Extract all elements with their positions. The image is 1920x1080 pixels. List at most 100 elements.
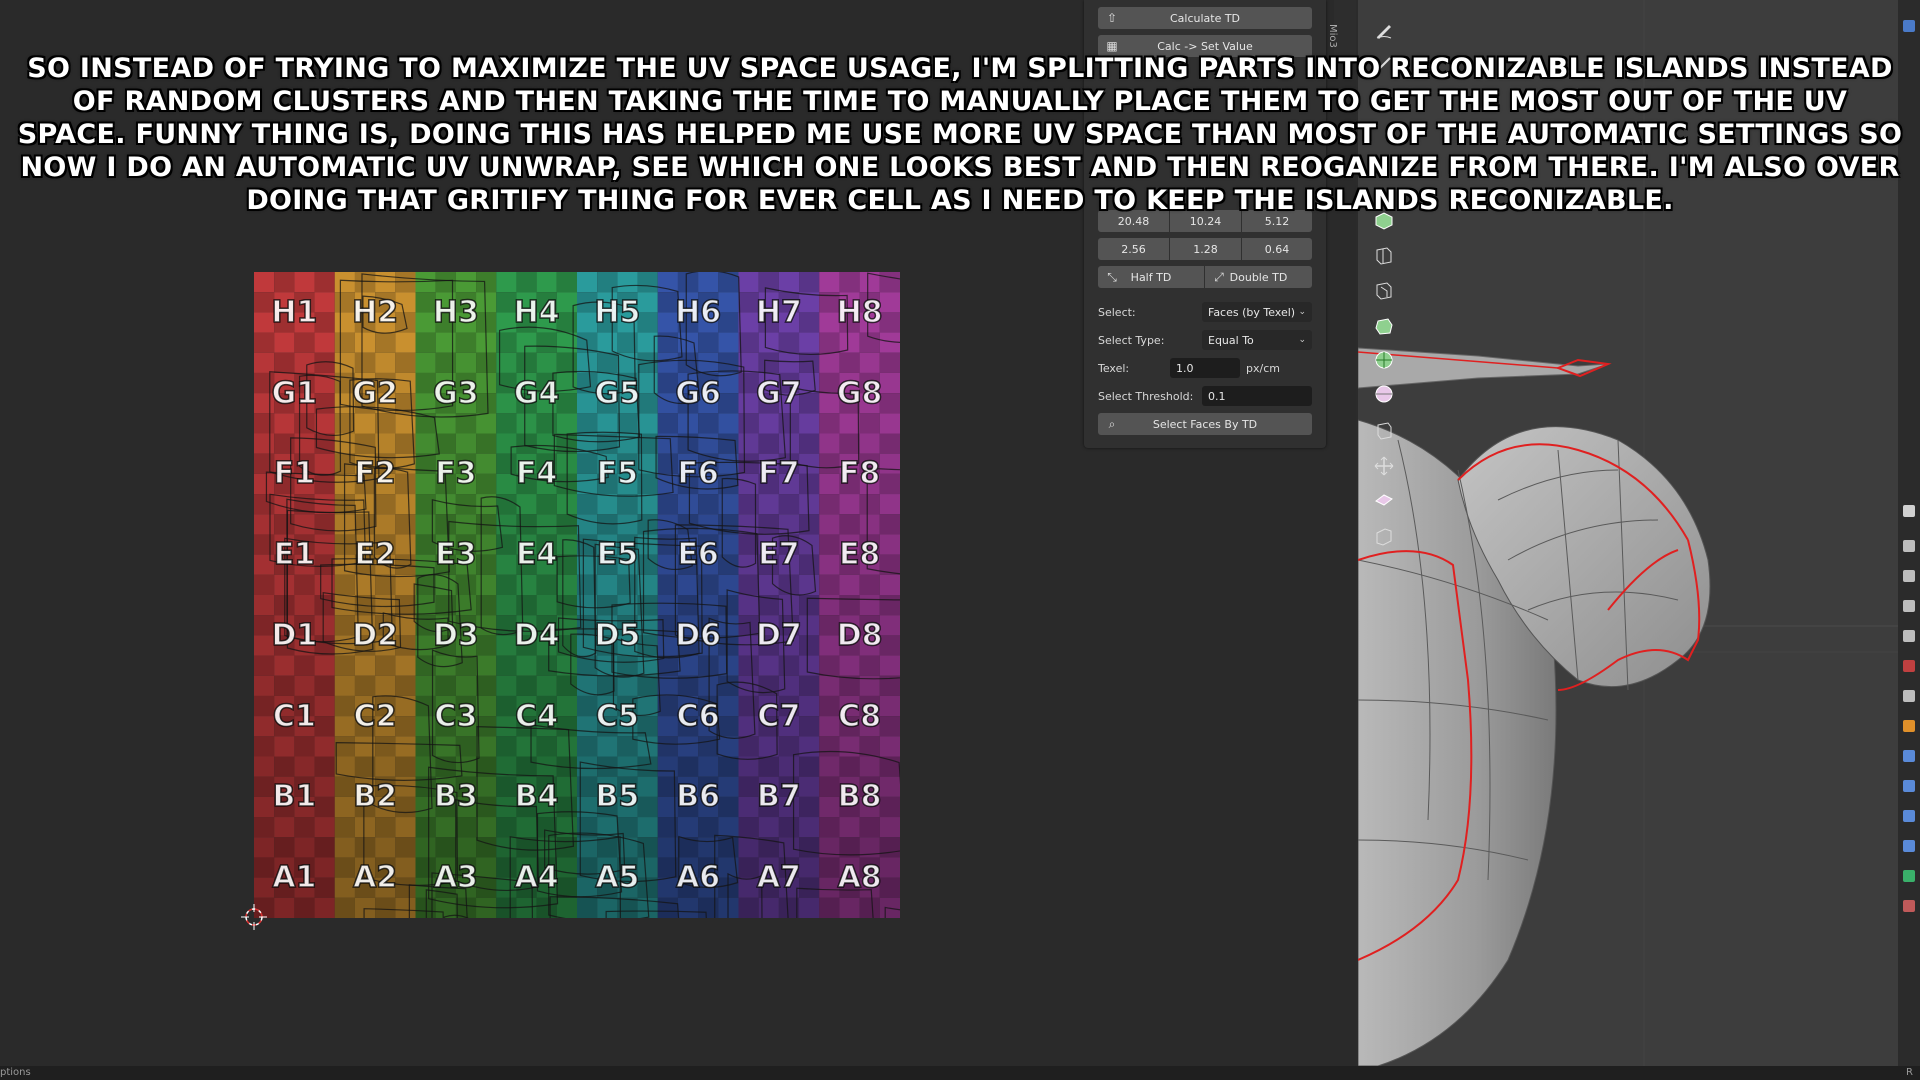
- loop-cut-icon[interactable]: [1364, 344, 1404, 376]
- checker-tile: [657, 695, 678, 717]
- checker-tile: [738, 292, 759, 313]
- checker-tile: [274, 877, 295, 898]
- tool-icon[interactable]: [1903, 505, 1915, 517]
- scene-icon[interactable]: [1903, 630, 1915, 642]
- uv-checker-texture[interactable]: H1 H2 H3 H4 H5 H6 H7 H8 G1 G2 G3 G4 G5 G6 G7 G8 F1 F2 F3 F4…: [254, 272, 900, 918]
- preset-0-64-button[interactable]: 0.64: [1242, 238, 1312, 260]
- checker-tile: [819, 615, 840, 636]
- checker-tile: [556, 292, 577, 313]
- checker-tile: [314, 776, 335, 797]
- material-icon[interactable]: [1903, 900, 1915, 912]
- spin-icon[interactable]: [1364, 450, 1404, 482]
- checker-tile: [556, 716, 577, 737]
- checker-tile: [879, 595, 900, 616]
- checker-tile: [657, 736, 678, 757]
- world-icon[interactable]: [1903, 660, 1915, 672]
- checker-tile: [859, 817, 880, 838]
- checker-tile: [677, 877, 699, 898]
- checker-tile: [758, 695, 779, 717]
- checker-tile: [476, 393, 497, 414]
- checker-tile: [556, 695, 577, 717]
- annotate-icon[interactable]: [1364, 14, 1404, 46]
- checker-tile: [476, 292, 497, 313]
- double-td-button[interactable]: ⤢ Double TD: [1205, 266, 1312, 288]
- particles-icon[interactable]: [1903, 780, 1915, 792]
- checker-tile: [819, 453, 840, 474]
- preset-1-28-button[interactable]: 1.28: [1170, 238, 1241, 260]
- view-icon[interactable]: [1903, 20, 1915, 32]
- checker-tile: [294, 695, 315, 717]
- checker-tile: [314, 897, 335, 918]
- checker-tile: [657, 352, 678, 373]
- checker-tile: [455, 655, 477, 676]
- physics-icon[interactable]: [1903, 810, 1915, 822]
- checker-tile: [758, 756, 779, 777]
- extrude-icon[interactable]: [1364, 239, 1404, 271]
- checker-tile: [294, 453, 315, 474]
- threshold-label: Select Threshold:: [1098, 390, 1194, 403]
- select-type-dropdown[interactable]: Equal To ⌄: [1202, 330, 1312, 350]
- bevel-icon[interactable]: [1364, 310, 1404, 342]
- select-faces-by-td-button[interactable]: ⌕ Select Faces By TD: [1098, 413, 1312, 435]
- checker-tile: [738, 877, 759, 898]
- half-td-button[interactable]: ⤡ Half TD: [1098, 266, 1204, 288]
- checker-tile: [778, 372, 800, 394]
- checker-tile: [415, 756, 436, 777]
- checker-tile: [516, 514, 537, 535]
- render-icon[interactable]: [1903, 540, 1915, 552]
- checker-tile: [496, 796, 517, 818]
- checker-tile: [254, 716, 275, 737]
- modifier-icon[interactable]: [1903, 750, 1915, 762]
- checker-tile: [758, 514, 779, 535]
- checker-tile: [274, 776, 295, 797]
- checker-tile: [799, 837, 820, 858]
- poly-build-icon[interactable]: [1364, 414, 1404, 446]
- rip-icon[interactable]: [1364, 520, 1404, 552]
- view-layer-icon[interactable]: [1903, 600, 1915, 612]
- chevron-down-icon: ⌄: [1298, 335, 1306, 345]
- texel-input[interactable]: 1.0: [1170, 358, 1240, 378]
- checker-tile: [819, 796, 840, 818]
- checker-tile: [778, 615, 800, 636]
- checker-tile: [799, 716, 820, 737]
- 2d-cursor-icon[interactable]: [241, 904, 267, 930]
- checker-tile: [718, 756, 739, 777]
- checker-tile: [314, 635, 335, 656]
- threshold-input[interactable]: 0.1: [1202, 386, 1312, 406]
- checker-tile: [657, 312, 678, 333]
- checker-tile: [819, 817, 840, 838]
- checker-tile: [718, 776, 739, 797]
- checker-tile: [556, 776, 577, 797]
- checker-tile: [577, 635, 598, 656]
- data-icon[interactable]: [1903, 870, 1915, 882]
- checker-tile: [738, 675, 759, 696]
- checker-tile: [839, 615, 860, 636]
- checker-tile: [859, 352, 880, 373]
- inset-icon[interactable]: [1364, 274, 1404, 306]
- checker-tile: [516, 736, 537, 757]
- checker-tile: [718, 615, 739, 636]
- shear-icon[interactable]: [1364, 484, 1404, 516]
- checker-tile: [455, 494, 477, 515]
- checker-tile: [536, 514, 557, 535]
- checker-tile: [556, 554, 577, 575]
- preset-2-56-button[interactable]: 2.56: [1098, 238, 1169, 260]
- knife-icon[interactable]: [1364, 378, 1404, 410]
- calculate-td-button[interactable]: ⇧ Calculate TD: [1098, 7, 1312, 29]
- object-icon[interactable]: [1903, 720, 1915, 732]
- checker-tile: [455, 312, 477, 333]
- checker-tile: [718, 332, 739, 353]
- checker-tile: [859, 312, 880, 333]
- checker-tile: [536, 494, 557, 515]
- collection-icon[interactable]: [1903, 690, 1915, 702]
- output-icon[interactable]: [1903, 570, 1915, 582]
- checker-tile: [274, 695, 295, 717]
- checker-tile: [354, 837, 376, 858]
- checker-tile: [254, 554, 275, 575]
- select-mode-dropdown[interactable]: Faces (by Texel) ⌄: [1202, 302, 1312, 322]
- checker-tile: [778, 473, 800, 495]
- checker-tile: [839, 473, 860, 495]
- constraints-icon[interactable]: [1903, 840, 1915, 852]
- checker-tile: [455, 716, 477, 737]
- checker-tile: [375, 716, 396, 737]
